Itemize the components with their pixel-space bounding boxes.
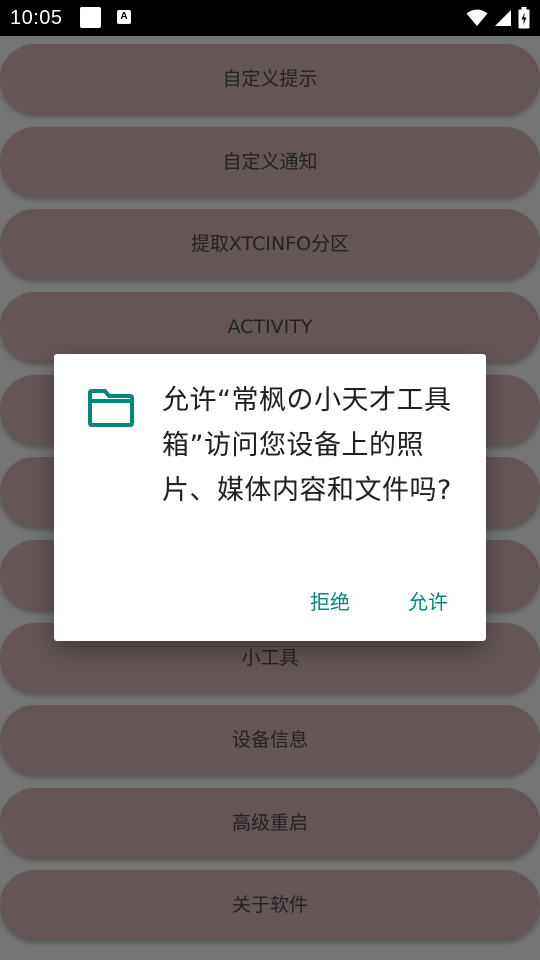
menu-button-extract-xtcinfo[interactable]: 提取XTCINFO分区 (0, 209, 540, 279)
dialog-actions: 拒绝 允许 (300, 582, 458, 619)
folder-icon (88, 389, 134, 427)
menu-button-about[interactable]: 关于软件 (0, 870, 540, 940)
allow-button[interactable]: 允许 (398, 582, 458, 619)
deny-button[interactable]: 拒绝 (300, 582, 360, 619)
status-bar: 10:05 A (0, 0, 540, 36)
menu-button-device-info[interactable]: 设备信息 (0, 705, 540, 775)
menu-button-advanced-reboot[interactable]: 高级重启 (0, 788, 540, 858)
battery-charging-icon (518, 7, 530, 29)
dialog-message: 允许“常枫の小天才工具箱”访问您设备上的照片、媒体内容和文件吗? (162, 385, 452, 506)
cellular-signal-icon (495, 10, 511, 26)
menu-button-custom-notification[interactable]: 自定义通知 (0, 127, 540, 197)
blank-square-icon (80, 7, 101, 28)
status-time: 10:05 (10, 7, 63, 29)
wifi-icon (466, 9, 488, 26)
font-a-icon: A (117, 10, 131, 24)
system-icons (466, 6, 530, 30)
menu-button-activity[interactable]: ACTIVITY (0, 292, 540, 362)
permission-dialog: 允许“常枫の小天才工具箱”访问您设备上的照片、媒体内容和文件吗? 拒绝 允许 (54, 354, 486, 641)
menu-button-custom-toast[interactable]: 自定义提示 (0, 44, 540, 114)
